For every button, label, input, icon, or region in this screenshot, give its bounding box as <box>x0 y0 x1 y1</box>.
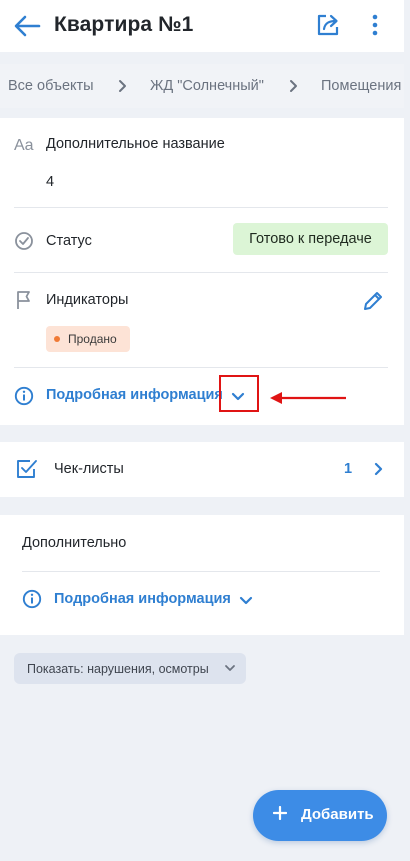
checklists-count: 1 <box>344 461 353 477</box>
details-link[interactable]: Подробная информация <box>46 387 223 403</box>
chevron-right-icon <box>290 80 297 92</box>
breadcrumb-item-all-objects[interactable]: Все объекты <box>8 78 94 94</box>
chevron-right-icon <box>373 462 383 476</box>
pencil-icon <box>364 292 382 310</box>
edit-indicators-button[interactable] <box>362 290 384 312</box>
more-vertical-icon <box>372 14 378 36</box>
indicator-tag: Продано <box>46 326 130 352</box>
breadcrumb-item-rooms[interactable]: Помещения <box>321 78 401 94</box>
filter-label: Показать: нарушения, осмотры <box>27 661 209 676</box>
add-button[interactable]: Добавить <box>253 790 387 841</box>
tag-dot <box>54 336 60 342</box>
divider <box>14 207 388 208</box>
status-badge[interactable]: Готово к передаче <box>233 223 388 255</box>
text-format-icon: Aa <box>14 137 34 152</box>
info-icon <box>22 589 42 609</box>
extra-name-label: Дополнительное название <box>46 136 225 152</box>
check-circle-icon <box>15 232 33 250</box>
divider <box>22 571 380 572</box>
checkbox-icon <box>17 460 37 478</box>
additional-expand-button[interactable] <box>237 592 255 608</box>
additional-card: Дополнительно Подробная информация <box>0 515 404 635</box>
info-icon <box>14 386 34 406</box>
properties-card: Aa Дополнительное название 4 Статус Гото… <box>0 118 404 425</box>
app-header: Квартира №1 <box>0 0 404 52</box>
annotation-arrow-icon <box>270 392 346 404</box>
checklists-label: Чек-листы <box>54 461 124 477</box>
additional-details-link[interactable]: Подробная информация <box>54 591 231 607</box>
back-button[interactable] <box>13 14 41 38</box>
indicator-tag-label: Продано <box>68 332 117 346</box>
breadcrumb-item-complex[interactable]: ЖД "Солнечный" <box>150 78 264 94</box>
status-label: Статус <box>46 233 92 249</box>
chevron-down-icon <box>239 596 253 605</box>
share-button[interactable] <box>315 12 341 38</box>
indicators-label: Индикаторы <box>46 292 129 308</box>
divider <box>14 272 388 273</box>
svg-text:Aa: Aa <box>14 137 34 152</box>
extra-name-value: 4 <box>46 174 55 190</box>
plus-icon <box>273 806 287 820</box>
annotation-highlight-box <box>219 375 259 412</box>
chevron-right-icon <box>119 80 126 92</box>
filter-dropdown[interactable]: Показать: нарушения, осмотры <box>14 653 246 684</box>
chevron-down-icon <box>225 665 235 671</box>
arrow-left-icon <box>14 15 41 37</box>
additional-title: Дополнительно <box>22 535 127 551</box>
more-options-button[interactable] <box>366 12 384 38</box>
share-icon <box>317 14 339 36</box>
breadcrumb: Все объекты ЖД "Солнечный" Помещения <box>0 64 404 108</box>
flag-icon <box>17 291 30 309</box>
page-title: Квартира №1 <box>54 13 194 36</box>
divider <box>14 367 388 368</box>
add-button-label: Добавить <box>301 806 374 823</box>
